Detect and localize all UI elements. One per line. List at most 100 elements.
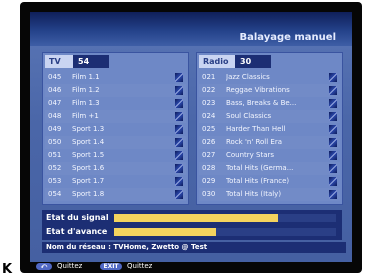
channel-name: Total Hits (Italy) xyxy=(226,190,282,198)
radio-channel-row[interactable]: 026 Rock 'n' Roll Era xyxy=(199,136,340,149)
channel-name: Sport 1.8 xyxy=(72,190,105,198)
channel-name: Sport 1.6 xyxy=(72,164,105,172)
status-bars: Etat du signal Etat d'avance xyxy=(42,210,342,240)
tv-channel-list: 045 Film 1.1 046 Film 1.2 047 Film 1.3 048 Film… xyxy=(45,71,186,201)
radio-channel-list: 021 Jazz Classics 022 Reggae Vibrations 023 B… xyxy=(199,71,340,201)
channel-name: Rock 'n' Roll Era xyxy=(226,138,283,146)
footer-hints: ⤺ Quittez EXIT Quittez xyxy=(30,262,352,271)
channel-number: 025 xyxy=(202,125,216,133)
channel-number: 052 xyxy=(48,164,62,172)
channel-name: Total Hits (Germa... xyxy=(226,164,294,172)
signal-icon xyxy=(175,151,183,160)
radio-channel-row[interactable]: 023 Bass, Breaks & Be... xyxy=(199,97,340,110)
tv-channel-row[interactable]: 054 Sport 1.8 xyxy=(45,188,186,201)
signal-icon xyxy=(329,125,337,134)
radio-channel-count: 30 xyxy=(235,55,271,68)
channel-name: Sport 1.3 xyxy=(72,125,105,133)
channel-name: Sport 1.5 xyxy=(72,151,105,159)
channel-number: 053 xyxy=(48,177,62,185)
tv-channel-row[interactable]: 053 Sport 1.7 xyxy=(45,175,186,188)
radio-channel-row[interactable]: 030 Total Hits (Italy) xyxy=(199,188,340,201)
channel-number: 024 xyxy=(202,112,216,120)
signal-level-bar xyxy=(114,214,279,222)
radio-channel-row[interactable]: 027 Country Stars xyxy=(199,149,340,162)
signal-icon xyxy=(175,86,183,95)
channel-number: 045 xyxy=(48,73,62,81)
signal-icon xyxy=(329,112,337,121)
signal-track xyxy=(114,214,336,222)
progress-label: Etat d'avance xyxy=(46,227,108,236)
channel-number: 046 xyxy=(48,86,62,94)
channel-number: 026 xyxy=(202,138,216,146)
tab-radio[interactable]: Radio xyxy=(199,55,235,68)
signal-icon xyxy=(175,138,183,147)
channel-name: Soul Classics xyxy=(226,112,272,120)
channel-name: Jazz Classics xyxy=(226,73,270,81)
channel-name: Sport 1.4 xyxy=(72,138,105,146)
signal-icon xyxy=(175,99,183,108)
tv-channel-row[interactable]: 047 Film 1.3 xyxy=(45,97,186,110)
outside-mark: K xyxy=(2,262,13,277)
radio-channel-row[interactable]: 025 Harder Than Hell xyxy=(199,123,340,136)
channel-number: 047 xyxy=(48,99,62,107)
channel-name: Film 1.1 xyxy=(72,73,100,81)
tv-channel-row[interactable]: 045 Film 1.1 xyxy=(45,71,186,84)
radio-channel-row[interactable]: 028 Total Hits (Germa... xyxy=(199,162,340,175)
channel-name: Harder Than Hell xyxy=(226,125,286,133)
signal-icon xyxy=(175,190,183,199)
radio-channel-row[interactable]: 021 Jazz Classics xyxy=(199,71,340,84)
channel-number: 051 xyxy=(48,151,62,159)
channel-number: 029 xyxy=(202,177,216,185)
channel-number: 021 xyxy=(202,73,216,81)
channel-name: Reggae Vibrations xyxy=(226,86,290,94)
radio-channel-panel: Radio 30 021 Jazz Classics 022 Reggae Vibra… xyxy=(196,52,343,205)
tv-channel-row[interactable]: 048 Film +1 xyxy=(45,110,186,123)
radio-channel-row[interactable]: 024 Soul Classics xyxy=(199,110,340,123)
channel-number: 049 xyxy=(48,125,62,133)
channel-name: Film +1 xyxy=(72,112,99,120)
signal-row: Etat du signal xyxy=(42,211,342,225)
tv-channel-count: 54 xyxy=(73,55,109,68)
signal-icon xyxy=(329,99,337,108)
tv-channel-row[interactable]: 051 Sport 1.5 xyxy=(45,149,186,162)
radio-channel-row[interactable]: 022 Reggae Vibrations xyxy=(199,84,340,97)
channel-name: Film 1.3 xyxy=(72,99,100,107)
channel-number: 022 xyxy=(202,86,216,94)
tv-channel-row[interactable]: 052 Sport 1.6 xyxy=(45,162,186,175)
channel-name: Sport 1.7 xyxy=(72,177,105,185)
channel-number: 027 xyxy=(202,151,216,159)
signal-icon xyxy=(329,73,337,82)
channel-number: 050 xyxy=(48,138,62,146)
channel-name: Bass, Breaks & Be... xyxy=(226,99,297,107)
signal-icon xyxy=(175,112,183,121)
channel-number: 030 xyxy=(202,190,216,198)
signal-icon xyxy=(329,164,337,173)
channel-number: 048 xyxy=(48,112,62,120)
tv-screen: Balayage manuel TV 54 045 Film 1.1 046 Film… xyxy=(30,12,352,262)
exit-hint: Quittez xyxy=(127,262,153,270)
network-name: Nom du réseau : TVHome, Zwetto @ Test xyxy=(42,242,346,253)
signal-icon xyxy=(329,138,337,147)
progress-level-bar xyxy=(114,228,217,236)
tv-channel-row[interactable]: 049 Sport 1.3 xyxy=(45,123,186,136)
tv-channel-row[interactable]: 050 Sport 1.4 xyxy=(45,136,186,149)
signal-icon xyxy=(329,190,337,199)
tv-channel-panel: TV 54 045 Film 1.1 046 Film 1.2 047 Film 1.3 0… xyxy=(42,52,189,205)
channel-number: 028 xyxy=(202,164,216,172)
radio-channel-row[interactable]: 029 Total Hits (France) xyxy=(199,175,340,188)
signal-icon xyxy=(175,73,183,82)
exit-key-button[interactable]: EXIT xyxy=(100,263,122,270)
tv-channel-row[interactable]: 046 Film 1.2 xyxy=(45,84,186,97)
header-bar: Balayage manuel xyxy=(30,12,352,46)
signal-icon xyxy=(329,151,337,160)
channel-number: 023 xyxy=(202,99,216,107)
signal-icon xyxy=(329,86,337,95)
tab-tv[interactable]: TV xyxy=(45,55,73,68)
channel-name: Film 1.2 xyxy=(72,86,100,94)
channel-name: Total Hits (France) xyxy=(226,177,290,185)
signal-icon xyxy=(175,164,183,173)
back-key-icon[interactable]: ⤺ xyxy=(36,263,52,270)
page-title: Balayage manuel xyxy=(239,32,336,43)
back-hint: Quittez xyxy=(57,262,83,270)
signal-icon xyxy=(329,177,337,186)
